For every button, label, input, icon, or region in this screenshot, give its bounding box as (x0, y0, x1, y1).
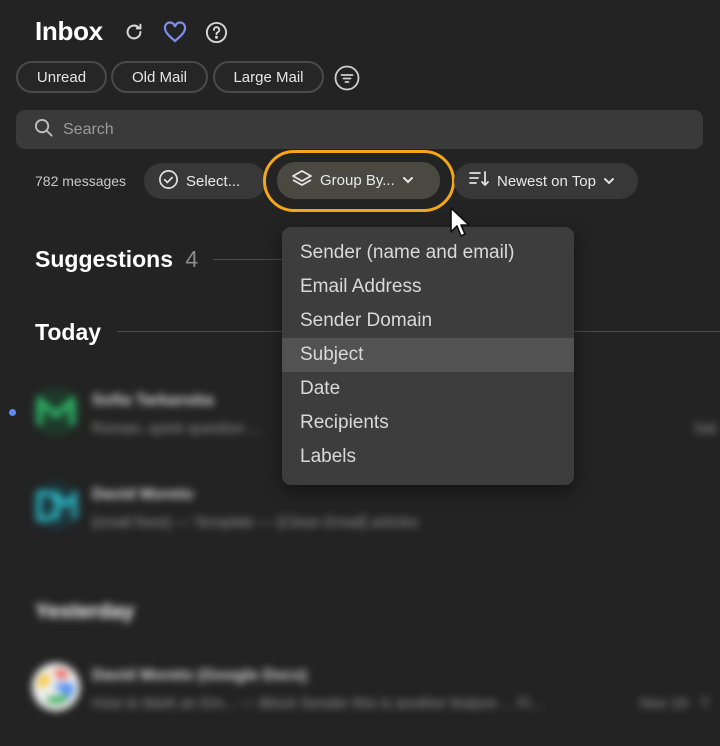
chevron-down-icon (603, 173, 615, 190)
mouse-cursor-icon (449, 206, 473, 245)
filter-icon[interactable] (334, 65, 360, 91)
avatar (32, 388, 80, 436)
menu-item-labels[interactable]: Labels (282, 440, 574, 474)
row-snippet: Roman, quick question ... (92, 420, 262, 437)
row-sender: David Moreto (Google Docs) (92, 667, 308, 684)
row-time: Sat (694, 420, 717, 437)
select-button[interactable]: Select... (144, 163, 266, 199)
heart-icon[interactable] (163, 20, 187, 44)
menu-item-subject[interactable]: Subject (282, 338, 574, 372)
menu-item-recipients[interactable]: Recipients (282, 406, 574, 440)
select-label: Select... (186, 172, 241, 190)
menu-item-date[interactable]: Date (282, 372, 574, 406)
menu-item-sender-domain[interactable]: Sender Domain (282, 304, 574, 338)
row-sender: David Moreto (92, 486, 194, 503)
list-item[interactable] (32, 388, 80, 436)
check-circle-icon (158, 169, 179, 194)
section-today: Today (35, 319, 102, 345)
avatar (32, 663, 80, 711)
row-sender: Sofia Tarkanska (92, 392, 214, 409)
sort-button[interactable]: Newest on Top (454, 163, 638, 199)
section-yesterday: Yesterday (35, 600, 135, 623)
message-count: 782 messages (35, 173, 127, 189)
refresh-icon[interactable] (122, 20, 146, 44)
row-snippet: [small fixes] — Template — [Clean Email]… (92, 514, 419, 531)
chip-old-mail[interactable]: Old Mail (111, 61, 208, 93)
sort-icon (468, 170, 490, 192)
search-input[interactable] (61, 119, 665, 140)
unread-dot (9, 409, 16, 416)
search-icon (34, 118, 53, 142)
chip-unread[interactable]: Unread (16, 61, 107, 93)
section-suggestions[interactable]: Suggestions 4 (35, 246, 198, 273)
row-time: Nov 19 · T (640, 695, 710, 712)
section-title: Suggestions (35, 246, 174, 272)
row-snippet: How to Mark an Em... — Block Sender this… (92, 695, 544, 712)
highlight-ring (263, 150, 455, 212)
avatar (32, 482, 80, 530)
page-title: Inbox (35, 16, 103, 46)
search-bar[interactable] (16, 110, 703, 149)
menu-item-sender[interactable]: Sender (name and email) (282, 236, 574, 270)
divider (213, 259, 288, 260)
list-item[interactable] (32, 663, 80, 711)
sort-label: Newest on Top (497, 172, 596, 190)
group-by-menu: Sender (name and email) Email Address Se… (282, 227, 574, 485)
chip-large-mail[interactable]: Large Mail (213, 61, 324, 93)
menu-item-email-address[interactable]: Email Address (282, 270, 574, 304)
help-icon[interactable] (204, 20, 228, 44)
list-item[interactable] (32, 482, 80, 530)
suggestions-count: 4 (185, 246, 199, 272)
